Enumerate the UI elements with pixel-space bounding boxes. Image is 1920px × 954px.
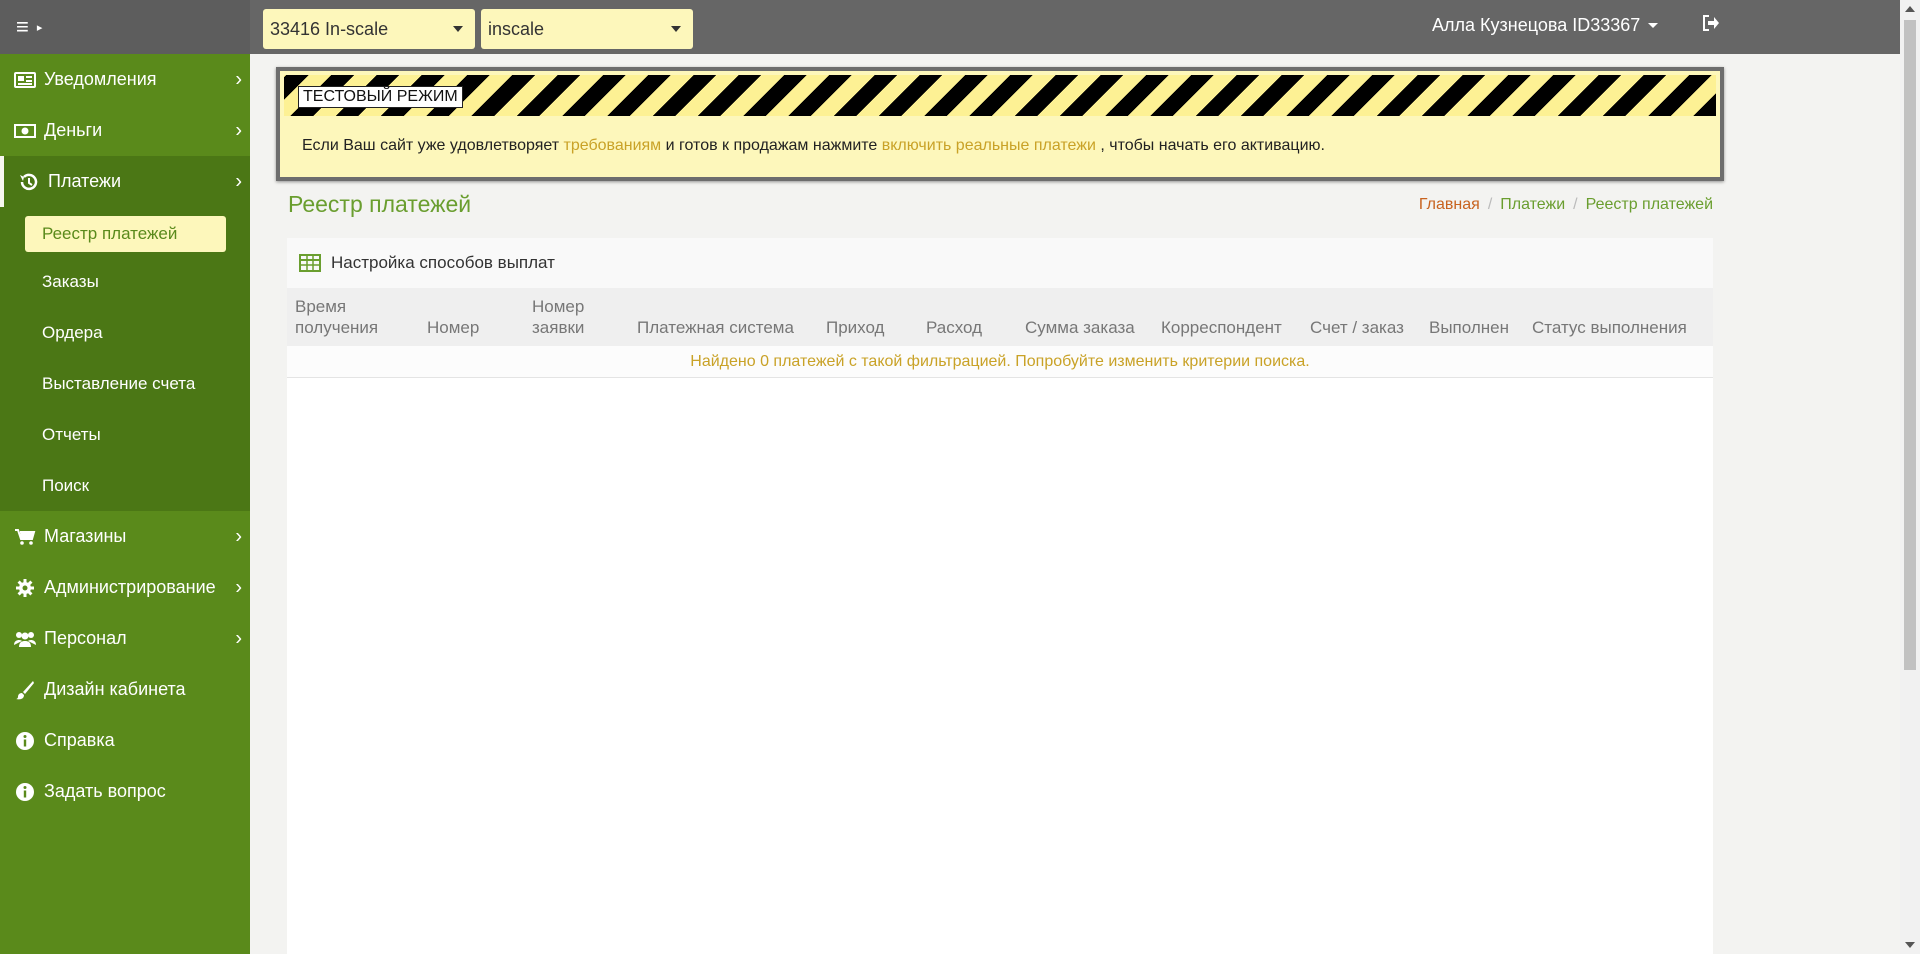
chevron-right-icon: › <box>235 627 242 649</box>
info-icon <box>12 731 38 751</box>
breadcrumb-separator: / <box>1573 196 1578 213</box>
payments-submenu: Реестр платежей Заказы Ордера Выставлени… <box>0 207 250 511</box>
requirements-link[interactable]: требованиям <box>564 137 662 154</box>
test-mode-label: ТЕСТОВЫЙ РЕЖИМ <box>298 86 463 108</box>
sidebar-item-label: Уведомления <box>44 69 157 89</box>
sidebar-item-notifications[interactable]: Уведомления › <box>0 54 250 105</box>
scroll-up-icon[interactable] <box>1905 6 1915 12</box>
banner-text-3: , чтобы начать его активацию. <box>1095 137 1325 154</box>
site-select-value: inscale <box>488 18 545 39</box>
sidebar-item-shops[interactable]: Магазины › <box>0 511 250 562</box>
dropdown-arrow-icon <box>671 26 681 32</box>
test-mode-banner: ТЕСТОВЫЙ РЕЖИМ Если Ваш сайт уже удовлет… <box>276 67 1724 181</box>
submenu-item-reports[interactable]: Отчеты <box>0 409 250 460</box>
banner-text-2: и готов к продажам нажмите <box>661 137 882 154</box>
column-header[interactable]: Время получения <box>295 296 385 338</box>
banner-message: Если Ваш сайт уже удовлетворяет требован… <box>302 137 1325 155</box>
sidebar-item-label: Деньги <box>44 120 103 140</box>
money-icon <box>12 123 38 139</box>
breadcrumb-home[interactable]: Главная <box>1419 196 1480 214</box>
warning-stripes <box>284 75 1716 116</box>
sidebar-item-administration[interactable]: Администрирование › <box>0 562 250 613</box>
sidebar-item-staff[interactable]: Персонал › <box>0 613 250 664</box>
history-icon <box>16 171 42 193</box>
info-icon <box>12 782 38 802</box>
submenu-item-invoicing[interactable]: Выставление счета <box>0 358 250 409</box>
newspaper-icon <box>12 71 38 88</box>
users-icon <box>12 630 38 648</box>
submenu-item-payment-registry[interactable]: Реестр платежей <box>25 216 226 252</box>
banner-text-1: Если Ваш сайт уже удовлетворяет <box>302 137 564 154</box>
chevron-right-icon: › <box>235 170 242 192</box>
column-header[interactable]: Статус выполнения <box>1532 317 1687 338</box>
payments-panel: Настройка способов выплат Время получени… <box>287 238 1713 954</box>
sidebar-item-ask-question[interactable]: Задать вопрос <box>0 766 250 817</box>
scroll-down-icon[interactable] <box>1905 942 1915 948</box>
gear-icon <box>12 578 38 598</box>
user-menu[interactable]: Алла Кузнецова ID33367 <box>1432 15 1659 36</box>
shop-select[interactable]: 33416 In-scale <box>263 9 475 49</box>
column-header[interactable]: Приход <box>826 317 884 338</box>
sidebar-item-label: Администрирование <box>44 577 216 597</box>
column-header[interactable]: Сумма заказа <box>1025 317 1135 338</box>
user-name: Алла Кузнецова ID33367 <box>1432 15 1641 35</box>
sidebar-item-payments[interactable]: Платежи › <box>0 156 250 207</box>
cart-icon <box>12 528 38 546</box>
panel-heading: Настройка способов выплат <box>287 238 1713 288</box>
page-title: Реестр платежей <box>288 191 472 217</box>
table-icon <box>299 254 321 272</box>
hamburger-icon[interactable]: ≡ <box>16 16 29 38</box>
sidebar-item-design[interactable]: Дизайн кабинета <box>0 664 250 715</box>
sidebar-item-label: Платежи <box>48 171 122 191</box>
breadcrumb-current: Реестр платежей <box>1585 196 1713 213</box>
sidebar-item-label: Магазины <box>44 526 127 546</box>
column-header[interactable]: Номер <box>427 317 479 338</box>
logout-icon[interactable] <box>1702 15 1720 36</box>
site-select[interactable]: inscale <box>481 9 693 49</box>
sidebar-item-label: Персонал <box>44 628 127 648</box>
column-header[interactable]: Платежная система <box>637 317 794 338</box>
empty-results-message: Найдено 0 платежей с такой фильтрацией. … <box>287 346 1713 378</box>
column-header[interactable]: Счет / заказ <box>1310 317 1404 338</box>
scrollbar-thumb[interactable] <box>1904 20 1916 670</box>
chevron-right-icon: › <box>235 119 242 141</box>
breadcrumb-separator: / <box>1487 196 1493 213</box>
table-header: Время получения Номер Номер заявки Плате… <box>287 288 1713 346</box>
submenu-item-search[interactable]: Поиск <box>0 460 250 511</box>
chevron-right-icon: › <box>235 576 242 598</box>
top-bar: 33416 In-scale inscale Алла Кузнецова ID… <box>250 0 1900 54</box>
column-header[interactable]: Расход <box>926 317 982 338</box>
column-header[interactable]: Номер заявки <box>532 296 602 338</box>
column-header[interactable]: Выполнен <box>1429 317 1509 338</box>
enable-real-payments-link[interactable]: включить реальные платежи <box>882 137 1096 154</box>
caret-right-icon: ▸ <box>36 21 43 34</box>
breadcrumb: Главная / Платежи / Реестр платежей <box>1419 196 1713 214</box>
breadcrumb-payments[interactable]: Платежи <box>1500 196 1565 214</box>
shop-select-value: 33416 In-scale <box>270 18 389 39</box>
sidebar-toggle[interactable]: ≡ ▸ <box>0 0 250 54</box>
column-header[interactable]: Корреспондент <box>1161 317 1282 338</box>
submenu-item-orders[interactable]: Заказы <box>0 256 250 307</box>
panel-heading-text: Настройка способов выплат <box>331 253 555 272</box>
dropdown-arrow-icon <box>453 26 463 32</box>
sidebar-item-help[interactable]: Справка <box>0 715 250 766</box>
caret-down-icon <box>1648 23 1659 28</box>
chevron-right-icon: › <box>235 525 242 547</box>
sidebar-item-label: Задать вопрос <box>44 781 166 801</box>
sidebar-item-label: Справка <box>44 730 115 750</box>
sidebar: ≡ ▸ Уведомления › Деньги › Платежи › Рее… <box>0 0 250 954</box>
sidebar-item-money[interactable]: Деньги › <box>0 105 250 156</box>
page-scrollbar[interactable] <box>1900 0 1920 954</box>
brush-icon <box>12 680 38 700</box>
chevron-right-icon: › <box>235 68 242 90</box>
submenu-item-warrants[interactable]: Ордера <box>0 307 250 358</box>
sidebar-item-label: Дизайн кабинета <box>44 679 186 699</box>
